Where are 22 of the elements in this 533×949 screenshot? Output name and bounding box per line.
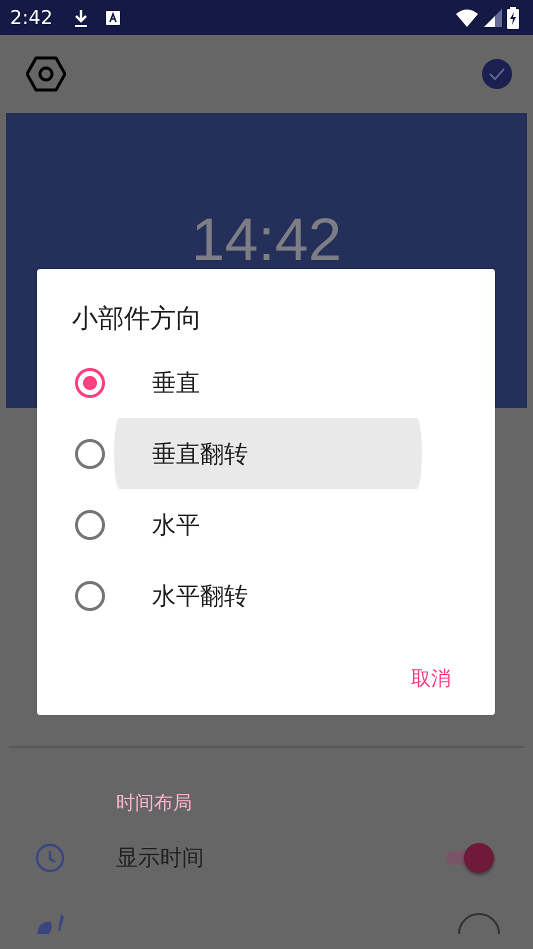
option-label[interactable]: 垂直翻转 <box>114 418 422 489</box>
preview-time: 14:42 <box>191 208 342 272</box>
option-label[interactable]: 垂直 <box>114 347 422 418</box>
toggle-switch[interactable] <box>444 841 496 875</box>
dialog-title: 小部件方向 <box>71 303 203 336</box>
radio-button[interactable] <box>75 438 105 468</box>
check-icon[interactable] <box>482 59 512 89</box>
wifi-icon <box>455 8 479 28</box>
radio-button[interactable] <box>75 580 105 610</box>
clock-icon <box>35 843 65 873</box>
hexagon-nut-icon[interactable] <box>26 56 66 92</box>
option-label[interactable]: 水平翻转 <box>114 560 422 631</box>
section-header: 时间布局 <box>115 791 193 816</box>
setting-label: 显示时间 <box>116 845 205 873</box>
radio-button[interactable] <box>75 510 105 540</box>
signal-icon <box>483 8 503 28</box>
download-icon <box>72 8 89 28</box>
status-time: 2:42 <box>10 6 53 28</box>
battery-icon <box>507 6 519 28</box>
radio-button[interactable] <box>75 368 105 398</box>
keyboard-icon <box>104 10 121 26</box>
option-label[interactable]: 水平 <box>114 489 422 560</box>
